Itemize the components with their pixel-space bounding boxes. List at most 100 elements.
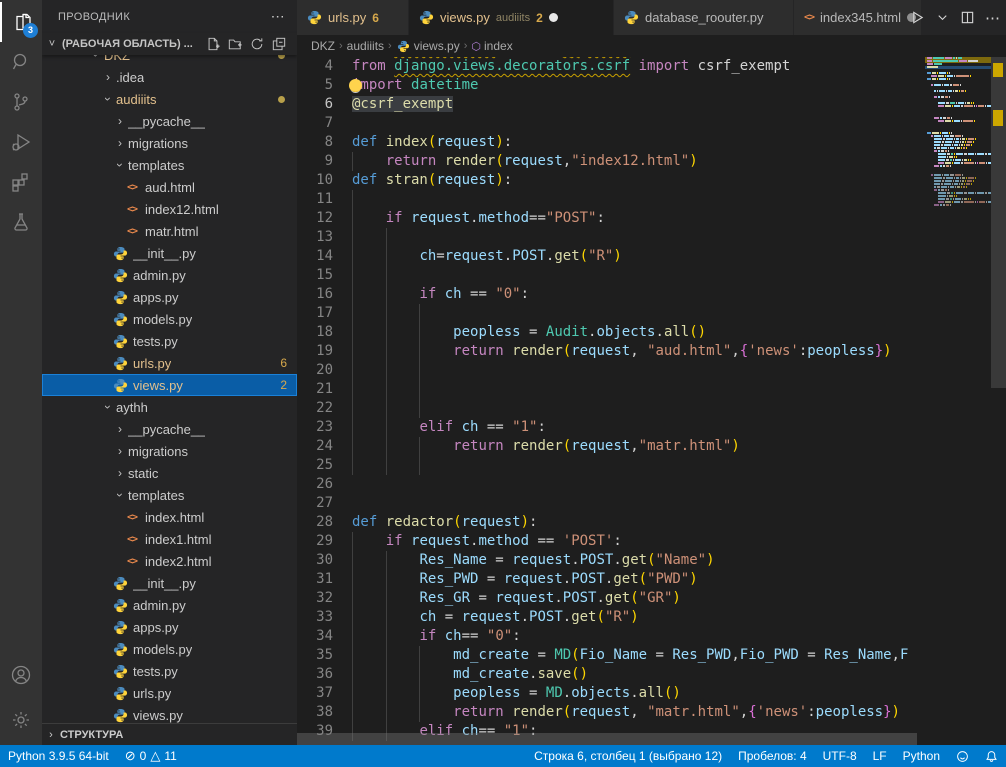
tree-item-migrations[interactable]: ›migrations xyxy=(42,440,297,462)
code-text: elif ch == "1": xyxy=(352,418,546,437)
status-eol[interactable]: LF xyxy=(865,745,895,767)
tree-item-label: __init__.py xyxy=(133,246,196,261)
chevron-right-icon: › xyxy=(112,136,128,150)
status-indentation[interactable]: Пробелов: 4 xyxy=(730,745,815,767)
tree-item-index2-html[interactable]: <>index2.html xyxy=(42,550,297,572)
chevron-down-icon: › xyxy=(113,157,127,173)
tab-views-py[interactable]: views.pyaudiiits2 xyxy=(409,0,614,35)
activity-extensions-icon[interactable] xyxy=(0,162,42,202)
code-text: if ch == "0": xyxy=(352,285,529,304)
tree-item-migrations[interactable]: ›migrations xyxy=(42,132,297,154)
tree-item-aud-html[interactable]: <>aud.html xyxy=(42,176,297,198)
tree-item-label: aud.html xyxy=(145,180,195,195)
modified-dot-badge xyxy=(278,55,285,59)
tree-item-matr-html[interactable]: <>matr.html xyxy=(42,220,297,242)
code-line-24: 24return render(request,"matr.html") xyxy=(297,437,920,456)
sidebar-more-icon[interactable]: ⋯ xyxy=(271,8,285,25)
tree-item-dkz[interactable]: ›DKZ xyxy=(42,55,297,66)
tree-item-static[interactable]: ›static xyxy=(42,462,297,484)
outline-section-header[interactable]: › СТРУКТУРА xyxy=(42,723,297,745)
activity-settings-gear-icon[interactable] xyxy=(0,700,42,740)
status-language-mode[interactable]: Python xyxy=(895,745,948,767)
indent-guide xyxy=(386,456,387,475)
breadcrumb-item-index[interactable]: ⬡index xyxy=(471,39,512,53)
activity-files-icon[interactable]: 3 xyxy=(0,2,42,42)
html-file-icon: <> xyxy=(124,509,140,525)
code-line-35: 35md_create = MD(Fio_Name = Res_PWD,Fio_… xyxy=(297,646,920,665)
line-number: 8 xyxy=(297,133,333,152)
tree-item-apps-py[interactable]: apps.py xyxy=(42,616,297,638)
tree-item-label: admin.py xyxy=(133,598,186,613)
tree-item-models-py[interactable]: models.py xyxy=(42,308,297,330)
tree-item-aythh[interactable]: ›aythh xyxy=(42,396,297,418)
breadcrumb-label: DKZ xyxy=(311,39,335,53)
breadcrumb-item-views-py[interactable]: views.py xyxy=(396,39,460,54)
more-actions-icon[interactable]: ⋯ xyxy=(985,9,1000,27)
tree-item-models-py[interactable]: models.py xyxy=(42,638,297,660)
lightbulb-icon[interactable] xyxy=(349,79,362,92)
tree-item-label: matr.html xyxy=(145,224,198,239)
code-viewport[interactable]: 3from aythh.models import MD,Audit4from … xyxy=(297,50,920,745)
status-python-interpreter[interactable]: Python 3.9.5 64-bit xyxy=(0,745,117,767)
tree-item-apps-py[interactable]: apps.py xyxy=(42,286,297,308)
tree-item--idea[interactable]: ›.idea xyxy=(42,66,297,88)
activity-search-icon[interactable] xyxy=(0,42,42,82)
run-python-file-icon[interactable] xyxy=(910,10,925,25)
status-encoding[interactable]: UTF-8 xyxy=(815,745,865,767)
activity-run-debug-icon[interactable] xyxy=(0,122,42,162)
python-file-icon xyxy=(112,575,128,591)
code-line-28: 28def redactor(request): xyxy=(297,513,920,532)
overview-ruler[interactable] xyxy=(991,48,1006,745)
new-folder-icon[interactable] xyxy=(225,35,245,53)
collapse-all-icon[interactable] xyxy=(269,35,289,53)
code-line-30: 30Res_Name = request.POST.get("Name") xyxy=(297,551,920,570)
tree-item-index-html[interactable]: <>index.html xyxy=(42,506,297,528)
tree-item---pycache--[interactable]: ›__pycache__ xyxy=(42,110,297,132)
code-text: return render(request,"index12.html") xyxy=(352,152,698,171)
tree-item-tests-py[interactable]: tests.py xyxy=(42,660,297,682)
workspace-section-header[interactable]: ˅ (РАБОЧАЯ ОБЛАСТЬ) ... xyxy=(42,33,297,55)
tree-item---pycache--[interactable]: ›__pycache__ xyxy=(42,418,297,440)
feedback-icon[interactable] xyxy=(948,745,977,767)
status-problems[interactable]: ⊘0 △11 xyxy=(117,745,185,767)
refresh-icon[interactable] xyxy=(247,35,267,53)
tree-item-templates[interactable]: ›templates xyxy=(42,154,297,176)
tree-item-admin-py[interactable]: admin.py xyxy=(42,594,297,616)
breadcrumb-item-audiiits[interactable]: audiiits xyxy=(347,39,384,53)
code-text: peopless = MD.objects.all() xyxy=(352,684,681,703)
minimap[interactable] xyxy=(925,57,991,745)
code-line-33: 33ch = request.POST.get("R") xyxy=(297,608,920,627)
activity-account-icon[interactable] xyxy=(0,655,42,695)
tree-item-views-py[interactable]: views.py2 xyxy=(42,374,297,396)
run-dropdown-chevron-icon[interactable] xyxy=(935,10,950,25)
tab-index345-html[interactable]: <>index345.html xyxy=(794,0,922,35)
vertical-scrollbar[interactable] xyxy=(991,48,1006,388)
tree-item-views-py[interactable]: views.py xyxy=(42,704,297,723)
tree-item---init---py[interactable]: __init__.py xyxy=(42,572,297,594)
outline-label: СТРУКТУРА xyxy=(60,729,123,741)
activity-source-control-icon[interactable] xyxy=(0,82,42,122)
code-text: if ch== "0": xyxy=(352,627,521,646)
activity-testing-icon[interactable] xyxy=(0,202,42,242)
breadcrumb-item-dkz[interactable]: DKZ xyxy=(311,39,335,53)
python-file-icon xyxy=(112,289,128,305)
tree-item-index12-html[interactable]: <>index12.html xyxy=(42,198,297,220)
tree-item-templates[interactable]: ›templates xyxy=(42,484,297,506)
line-number: 5 xyxy=(297,76,333,95)
tree-item-index1-html[interactable]: <>index1.html xyxy=(42,528,297,550)
tree-item-audiiits[interactable]: ›audiiits xyxy=(42,88,297,110)
tree-item-admin-py[interactable]: admin.py xyxy=(42,264,297,286)
new-file-icon[interactable] xyxy=(203,35,223,53)
split-editor-icon[interactable] xyxy=(960,10,975,25)
tree-item-urls-py[interactable]: urls.py6 xyxy=(42,352,297,374)
tree-item-label: admin.py xyxy=(133,268,186,283)
tab-urls-py[interactable]: urls.py6 xyxy=(297,0,409,35)
tree-item-tests-py[interactable]: tests.py xyxy=(42,330,297,352)
tree-item---init---py[interactable]: __init__.py xyxy=(42,242,297,264)
tree-item-urls-py[interactable]: urls.py xyxy=(42,682,297,704)
horizontal-scrollbar[interactable] xyxy=(297,733,917,745)
tab-database-roouter-py[interactable]: database_roouter.py xyxy=(614,0,794,35)
status-cursor-position[interactable]: Строка 6, столбец 1 (выбрано 12) xyxy=(526,745,730,767)
dirty-dot-icon[interactable] xyxy=(549,13,558,22)
notifications-bell-icon[interactable] xyxy=(977,745,1006,767)
